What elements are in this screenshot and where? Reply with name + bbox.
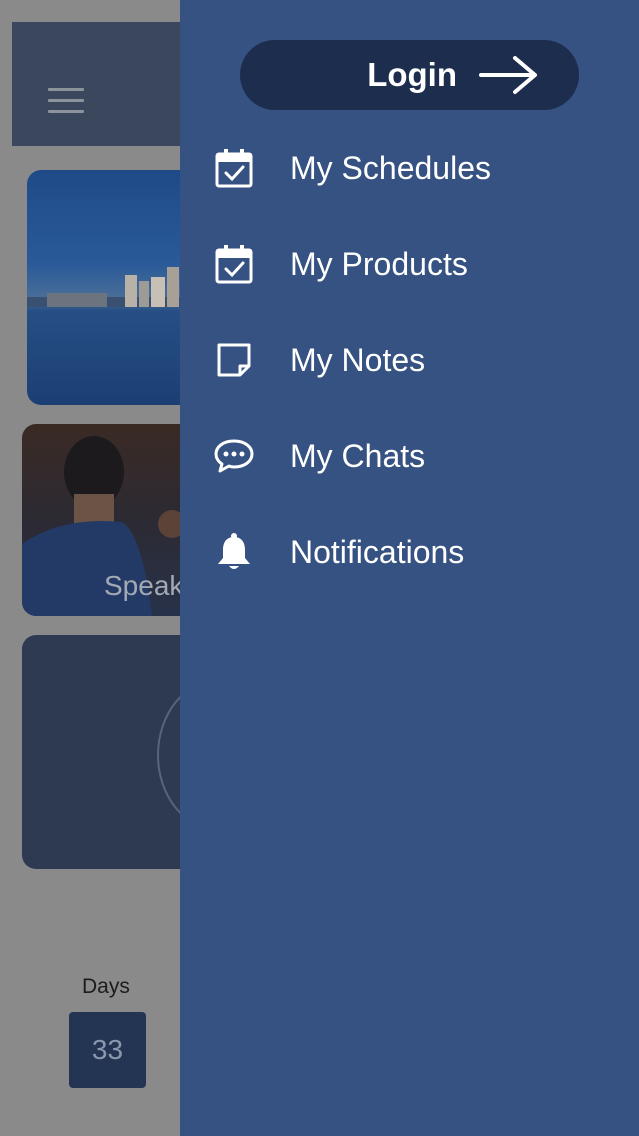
menu-item-my-chats[interactable]: My Chats: [180, 420, 639, 492]
days-label: Days: [82, 975, 130, 998]
speaker-card-label: Speak: [104, 570, 184, 601]
menu-item-my-schedules[interactable]: My Schedules: [180, 132, 639, 204]
menu-item-label: My Chats: [290, 437, 426, 474]
calendar-check-icon: [214, 244, 254, 284]
menu-item-my-products[interactable]: My Products: [180, 228, 639, 300]
side-drawer: Login My Schedules My Products My Notes …: [180, 0, 639, 1136]
menu-item-label: My Notes: [290, 341, 426, 378]
days-value: 33: [69, 1012, 146, 1088]
menu-item-label: Notifications: [290, 533, 465, 570]
menu-item-notifications[interactable]: Notifications: [180, 516, 639, 588]
bell-icon: [214, 532, 254, 572]
note-icon: [214, 340, 254, 380]
login-button[interactable]: Login: [240, 40, 579, 110]
hamburger-menu-icon[interactable]: [48, 88, 84, 114]
menu-item-label: My Products: [290, 245, 468, 282]
menu-item-my-notes[interactable]: My Notes: [180, 324, 639, 396]
chat-bubble-icon: [214, 436, 254, 476]
login-label: Login: [367, 56, 457, 93]
menu-item-label: My Schedules: [290, 149, 491, 186]
calendar-check-icon: [214, 148, 254, 188]
arrow-right-icon: [479, 56, 537, 94]
